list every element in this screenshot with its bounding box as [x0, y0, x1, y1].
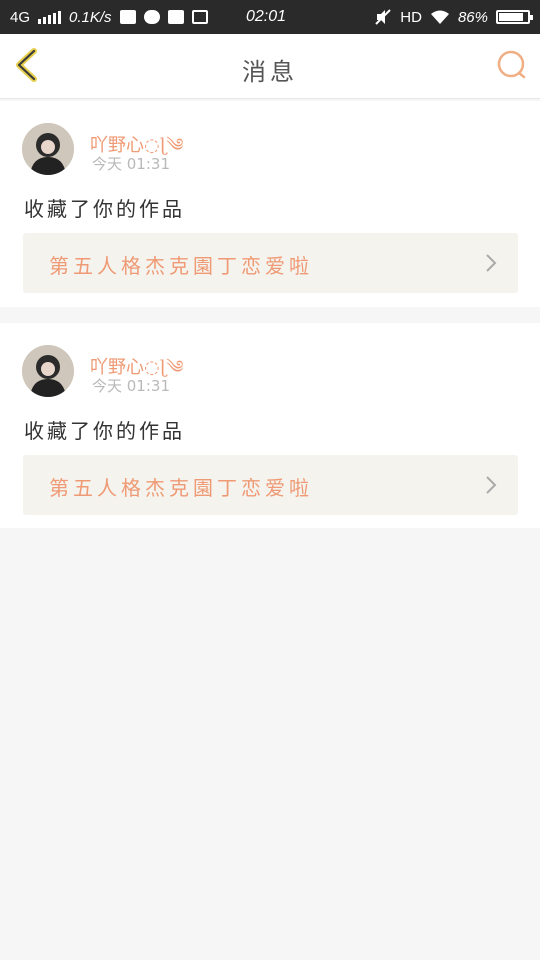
hd-label: HD [400, 8, 422, 26]
action-text: 收藏了你的作品 [24, 197, 185, 221]
chevron-right-icon [486, 254, 497, 272]
chat-icon [143, 10, 160, 24]
screenshot-icon [191, 10, 208, 24]
page-title: 消息 [242, 58, 298, 86]
work-link[interactable]: 第五人格杰克園丁恋爱啦 [23, 233, 518, 293]
wifi-icon [430, 10, 449, 24]
battery-icon [496, 10, 533, 24]
work-title: 第五人格杰克園丁恋爱啦 [49, 476, 313, 500]
search-icon [497, 50, 526, 79]
video-icon [167, 10, 184, 24]
search-button[interactable] [496, 49, 528, 81]
network-type: 4G [10, 8, 31, 26]
avatar[interactable] [22, 345, 74, 397]
message-card: 吖野心◌ɭ༄ 今天 01:31 收藏了你的作品 第五人格杰克園丁恋爱啦 [0, 101, 540, 307]
timestamp: 今天 01:31 [92, 155, 170, 173]
work-link[interactable]: 第五人格杰克園丁恋爱啦 [23, 455, 518, 515]
app-header: 消息 [0, 34, 540, 99]
message-card: 吖野心◌ɭ༄ 今天 01:31 收藏了你的作品 第五人格杰克園丁恋爱啦 [0, 323, 540, 528]
mute-icon [375, 9, 392, 25]
status-bar: 4G 0.1K/s 02:01 HD 86% [0, 0, 540, 34]
status-left: 4G 0.1K/s [10, 9, 208, 26]
timestamp: 今天 01:31 [92, 377, 170, 395]
battery-percent: 86% [457, 8, 488, 26]
action-text: 收藏了你的作品 [24, 419, 185, 443]
status-right: HD 86% [374, 8, 533, 26]
avatar-image [22, 123, 74, 175]
avatar-image [22, 345, 74, 397]
mail-icon [119, 10, 136, 24]
battery-fill [499, 13, 524, 21]
signal-icon [38, 10, 62, 24]
avatar[interactable] [22, 123, 74, 175]
network-speed: 0.1K/s [69, 8, 112, 26]
clock: 02:01 [246, 8, 287, 25]
work-title: 第五人格杰克園丁恋爱啦 [49, 254, 313, 278]
chevron-right-icon [486, 476, 497, 494]
